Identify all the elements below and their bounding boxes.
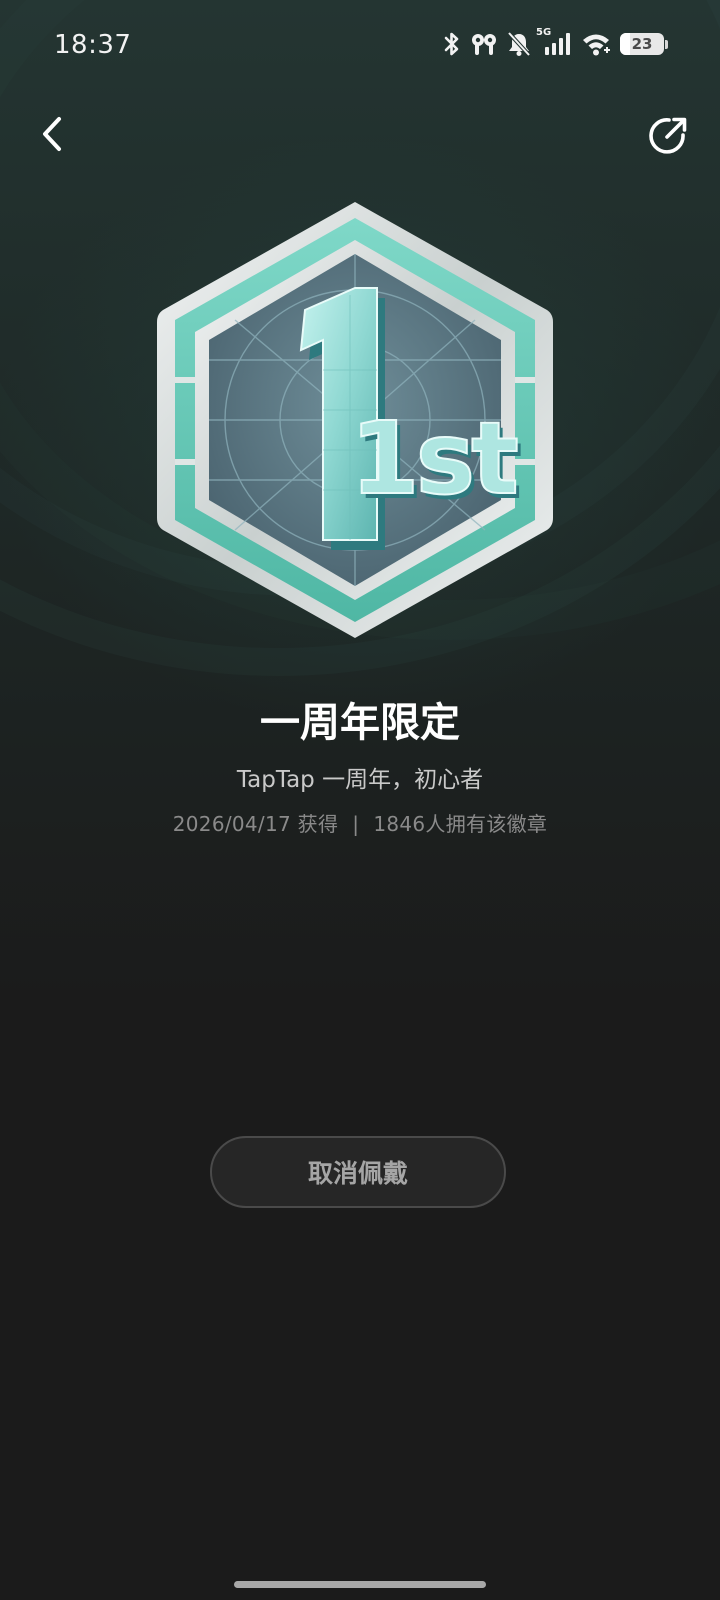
bell-muted-icon	[507, 31, 531, 57]
network-type-label: 5G	[536, 27, 552, 38]
status-bar: 18:37 5G 23	[0, 0, 720, 90]
badge-emblem-numeral-text: 1st	[349, 399, 520, 518]
meta-separator: |	[352, 812, 360, 836]
battery-percentage: 23	[631, 35, 653, 53]
status-time: 18:37	[54, 30, 132, 60]
share-icon	[649, 117, 687, 154]
share-button[interactable]	[644, 112, 692, 160]
badge-owner-count: 1846人拥有该徽章	[373, 812, 548, 836]
battery-icon: 23	[620, 33, 668, 55]
wifi-icon	[581, 31, 611, 57]
bluetooth-icon	[443, 31, 461, 57]
status-icons: 5G 23	[443, 27, 668, 60]
battery-body: 23	[620, 33, 664, 55]
signal-icon: 5G	[536, 27, 572, 57]
badge-emblem: 1st	[155, 200, 555, 640]
home-indicator[interactable]	[234, 1581, 486, 1588]
badge-meta: 2026/04/17 获得 | 1846人拥有该徽章	[0, 808, 720, 837]
back-button[interactable]	[30, 112, 74, 156]
badge-title: 一周年限定	[260, 700, 460, 746]
battery-fill	[620, 33, 631, 55]
badge-subtitle: TapTap 一周年，初心者	[236, 767, 484, 793]
earbuds-icon	[470, 31, 498, 57]
battery-cap	[665, 39, 668, 49]
chevron-left-icon	[43, 117, 61, 151]
badge-obtained-date: 2026/04/17 获得	[172, 812, 339, 836]
unequip-badge-button[interactable]: 取消佩戴	[210, 1136, 506, 1208]
